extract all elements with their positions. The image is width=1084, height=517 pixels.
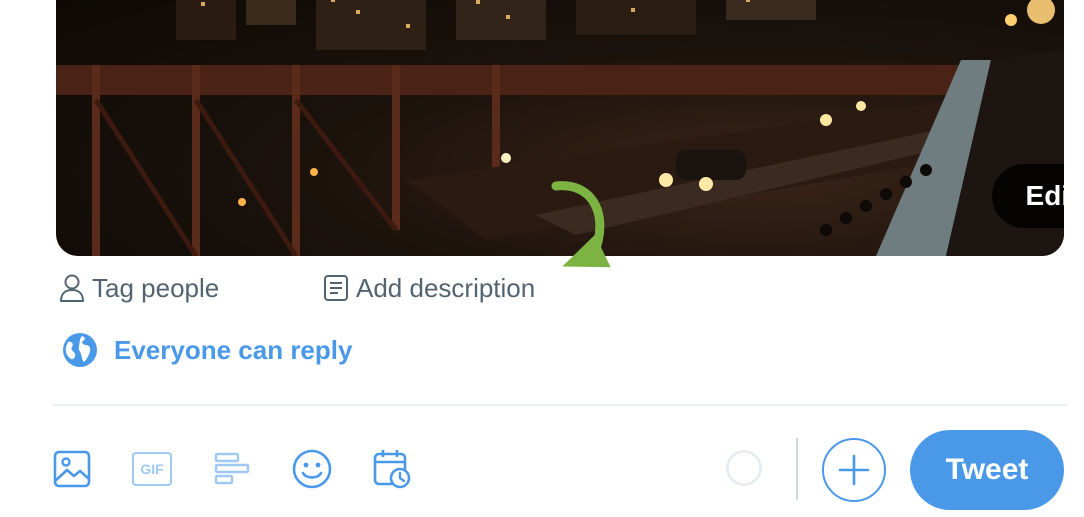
- character-counter: [726, 450, 762, 486]
- tag-people-button[interactable]: Tag people: [58, 270, 219, 306]
- image-icon: [53, 450, 91, 488]
- schedule-icon: [373, 450, 411, 489]
- add-media-button[interactable]: [50, 446, 94, 492]
- emoji-icon: [292, 449, 332, 489]
- description-icon: [324, 275, 348, 301]
- poll-icon: [214, 452, 250, 485]
- add-tweet-button[interactable]: [822, 438, 886, 502]
- globe-icon: [63, 333, 97, 367]
- tag-people-label: Tag people: [92, 272, 220, 303]
- reply-setting-button[interactable]: Everyone can reply: [62, 330, 352, 370]
- gif-icon: GIF: [132, 452, 172, 486]
- add-poll-button[interactable]: [210, 446, 254, 492]
- annotation-arrow-icon: [551, 181, 611, 268]
- plus-icon: [838, 454, 870, 486]
- add-emoji-button[interactable]: [290, 446, 334, 492]
- tweet-button[interactable]: Tweet: [910, 430, 1064, 510]
- person-outline-icon: [60, 274, 84, 302]
- toolbar-separator: [796, 438, 798, 500]
- add-gif-button[interactable]: GIF: [130, 446, 174, 492]
- schedule-button[interactable]: [370, 446, 414, 492]
- add-description-label: Add description: [356, 272, 536, 303]
- reply-setting-label: Everyone can reply: [114, 334, 353, 365]
- divider: [52, 404, 1068, 406]
- gif-label: GIF: [140, 461, 164, 477]
- edit-photo-button[interactable]: Edit: [992, 164, 1064, 228]
- add-description-button[interactable]: Add description: [322, 270, 535, 306]
